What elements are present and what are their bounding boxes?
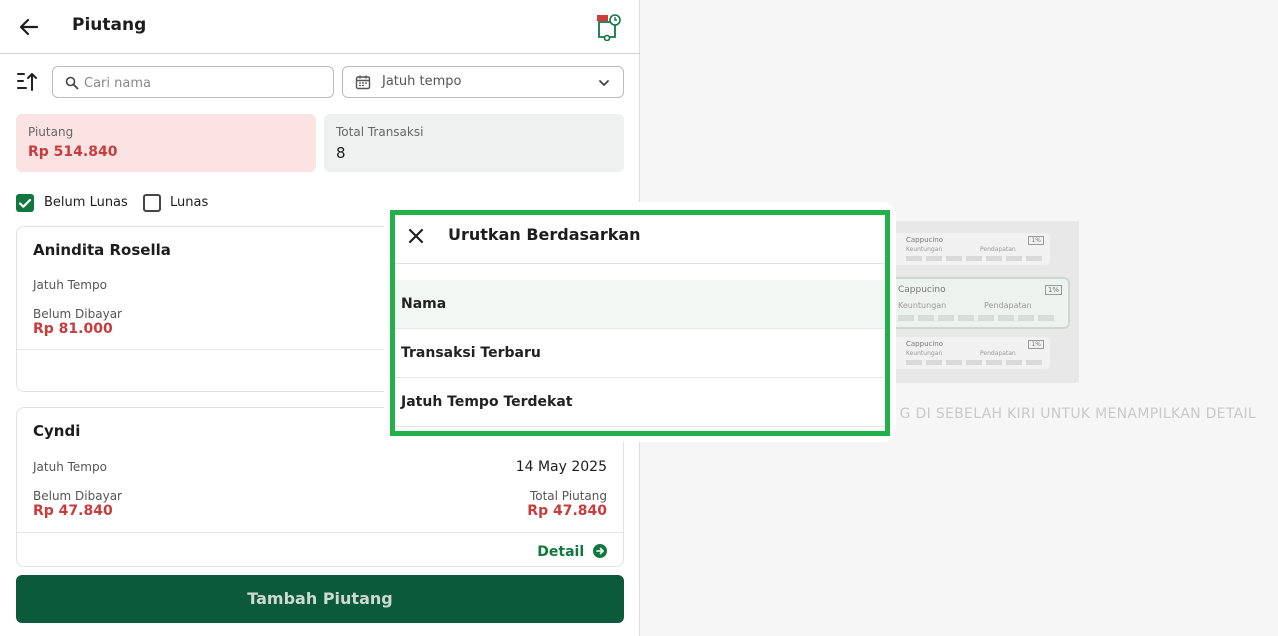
- sort-option-transaksi-terbaru[interactable]: Transaksi Terbaru: [395, 329, 885, 378]
- sort-option-nama[interactable]: Nama: [395, 280, 885, 329]
- sort-modal-content: Urutkan Berdasarkan Nama Transaksi Terba…: [390, 210, 890, 436]
- sort-modal: Urutkan Berdasarkan Nama Transaksi Terba…: [384, 202, 896, 442]
- close-icon[interactable]: [405, 225, 427, 247]
- sort-modal-title: Urutkan Berdasarkan: [448, 225, 641, 244]
- sort-option-jatuh-tempo-terdekat[interactable]: Jatuh Tempo Terdekat: [395, 378, 885, 427]
- modal-divider: [395, 263, 885, 264]
